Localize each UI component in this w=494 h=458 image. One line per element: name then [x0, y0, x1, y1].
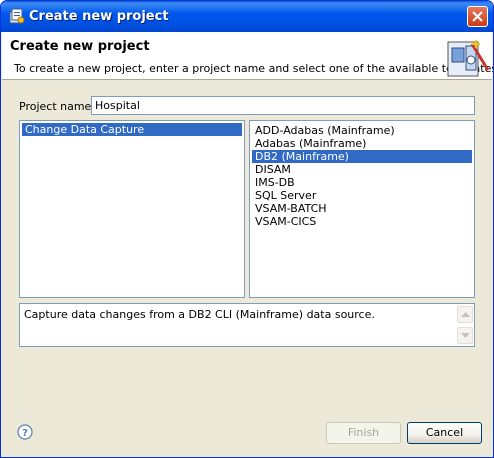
template-item[interactable]: Adabas (Mainframe) — [252, 137, 472, 150]
header-description: To create a new project, enter a project… — [14, 62, 494, 75]
new-project-wizard-icon — [446, 38, 490, 78]
project-name-label: Project name: — [19, 100, 96, 113]
close-button[interactable] — [467, 6, 488, 27]
template-item[interactable]: VSAM-CICS — [252, 215, 472, 228]
cancel-button[interactable]: Cancel — [407, 422, 482, 444]
template-description: Capture data changes from a DB2 CLI (Mai… — [24, 308, 375, 321]
close-icon — [472, 11, 483, 22]
create-project-dialog: Create new project Create new project To… — [0, 0, 494, 458]
template-item[interactable]: IMS-DB — [252, 176, 472, 189]
template-item[interactable]: DISAM — [252, 163, 472, 176]
scroll-down-button[interactable] — [457, 327, 473, 344]
app-icon — [9, 8, 25, 24]
template-item[interactable]: SQL Server — [252, 189, 472, 202]
template-item[interactable]: VSAM-BATCH — [252, 202, 472, 215]
template-description-box: Capture data changes from a DB2 CLI (Mai… — [19, 303, 475, 347]
scroll-up-button[interactable] — [457, 306, 473, 323]
template-list[interactable]: ADD-Adabas (Mainframe) Adabas (Mainframe… — [249, 120, 475, 298]
category-item[interactable]: Change Data Capture — [22, 123, 242, 136]
category-list[interactable]: Change Data Capture — [19, 120, 245, 298]
scroll-up-arrow-icon — [461, 312, 470, 317]
wizard-header: Create new project To create a new proje… — [2, 32, 494, 80]
title-bar[interactable]: Create new project — [1, 1, 493, 32]
scroll-down-arrow-icon — [461, 333, 470, 338]
finish-button[interactable]: Finish — [326, 422, 401, 444]
project-name-input[interactable]: Hospital — [91, 96, 475, 115]
description-scrollbar[interactable] — [457, 305, 473, 345]
window-title: Create new project — [29, 9, 169, 24]
template-item-selected[interactable]: DB2 (Mainframe) — [252, 150, 472, 163]
help-icon[interactable]: ? — [17, 424, 33, 440]
header-title: Create new project — [10, 39, 150, 54]
template-item[interactable]: ADD-Adabas (Mainframe) — [252, 124, 472, 137]
svg-text:?: ? — [22, 428, 28, 439]
